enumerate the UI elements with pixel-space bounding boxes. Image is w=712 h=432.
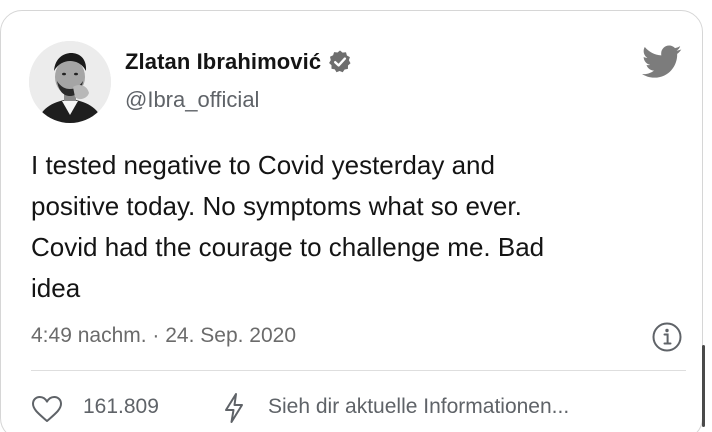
screenshot-page: Zlatan Ibrahimović @Ibra_official I test… [0,0,712,432]
twitter-bird-icon[interactable] [642,45,682,79]
tweet-text-line: Covid had the courage to challenge me. B… [31,232,545,262]
heart-icon[interactable] [31,395,63,423]
tweet-text-line: I tested negative to Covid yesterday and [31,150,495,180]
lightning-bolt-icon[interactable] [221,392,247,424]
tweet-actions: 161.809 Sieh dir aktuelle Informationen.… [31,392,691,426]
author-name[interactable]: Zlatan Ibrahimović [125,49,321,75]
scrollbar[interactable] [702,345,705,427]
tweet-text-line: idea [31,273,81,303]
divider [31,370,686,371]
like-count[interactable]: 161.809 [83,395,159,419]
author-handle[interactable]: @Ibra_official [125,87,259,113]
info-icon[interactable] [651,321,683,353]
avatar-image [29,41,111,123]
tweet-text: I tested negative to Covid yesterday and… [31,145,681,309]
tweet-timestamp[interactable]: 4:49 nachm. · 24. Sep. 2020 [31,324,296,348]
avatar[interactable] [29,41,111,123]
verified-badge-icon [327,49,353,75]
tweet-text-line: positive today. No symptoms what so ever… [31,191,522,221]
tweet-card[interactable]: Zlatan Ibrahimović @Ibra_official I test… [0,10,703,432]
author-name-row: Zlatan Ibrahimović [125,49,353,75]
info-link[interactable]: Sieh dir aktuelle Informationen... [268,395,569,419]
